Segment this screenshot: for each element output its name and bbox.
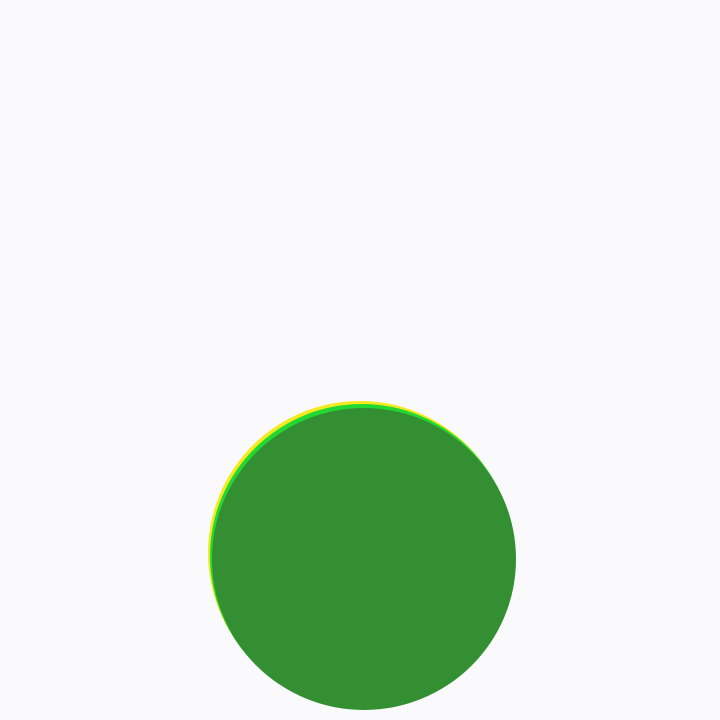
canvas bbox=[0, 0, 720, 720]
green-disc bbox=[212, 408, 516, 710]
